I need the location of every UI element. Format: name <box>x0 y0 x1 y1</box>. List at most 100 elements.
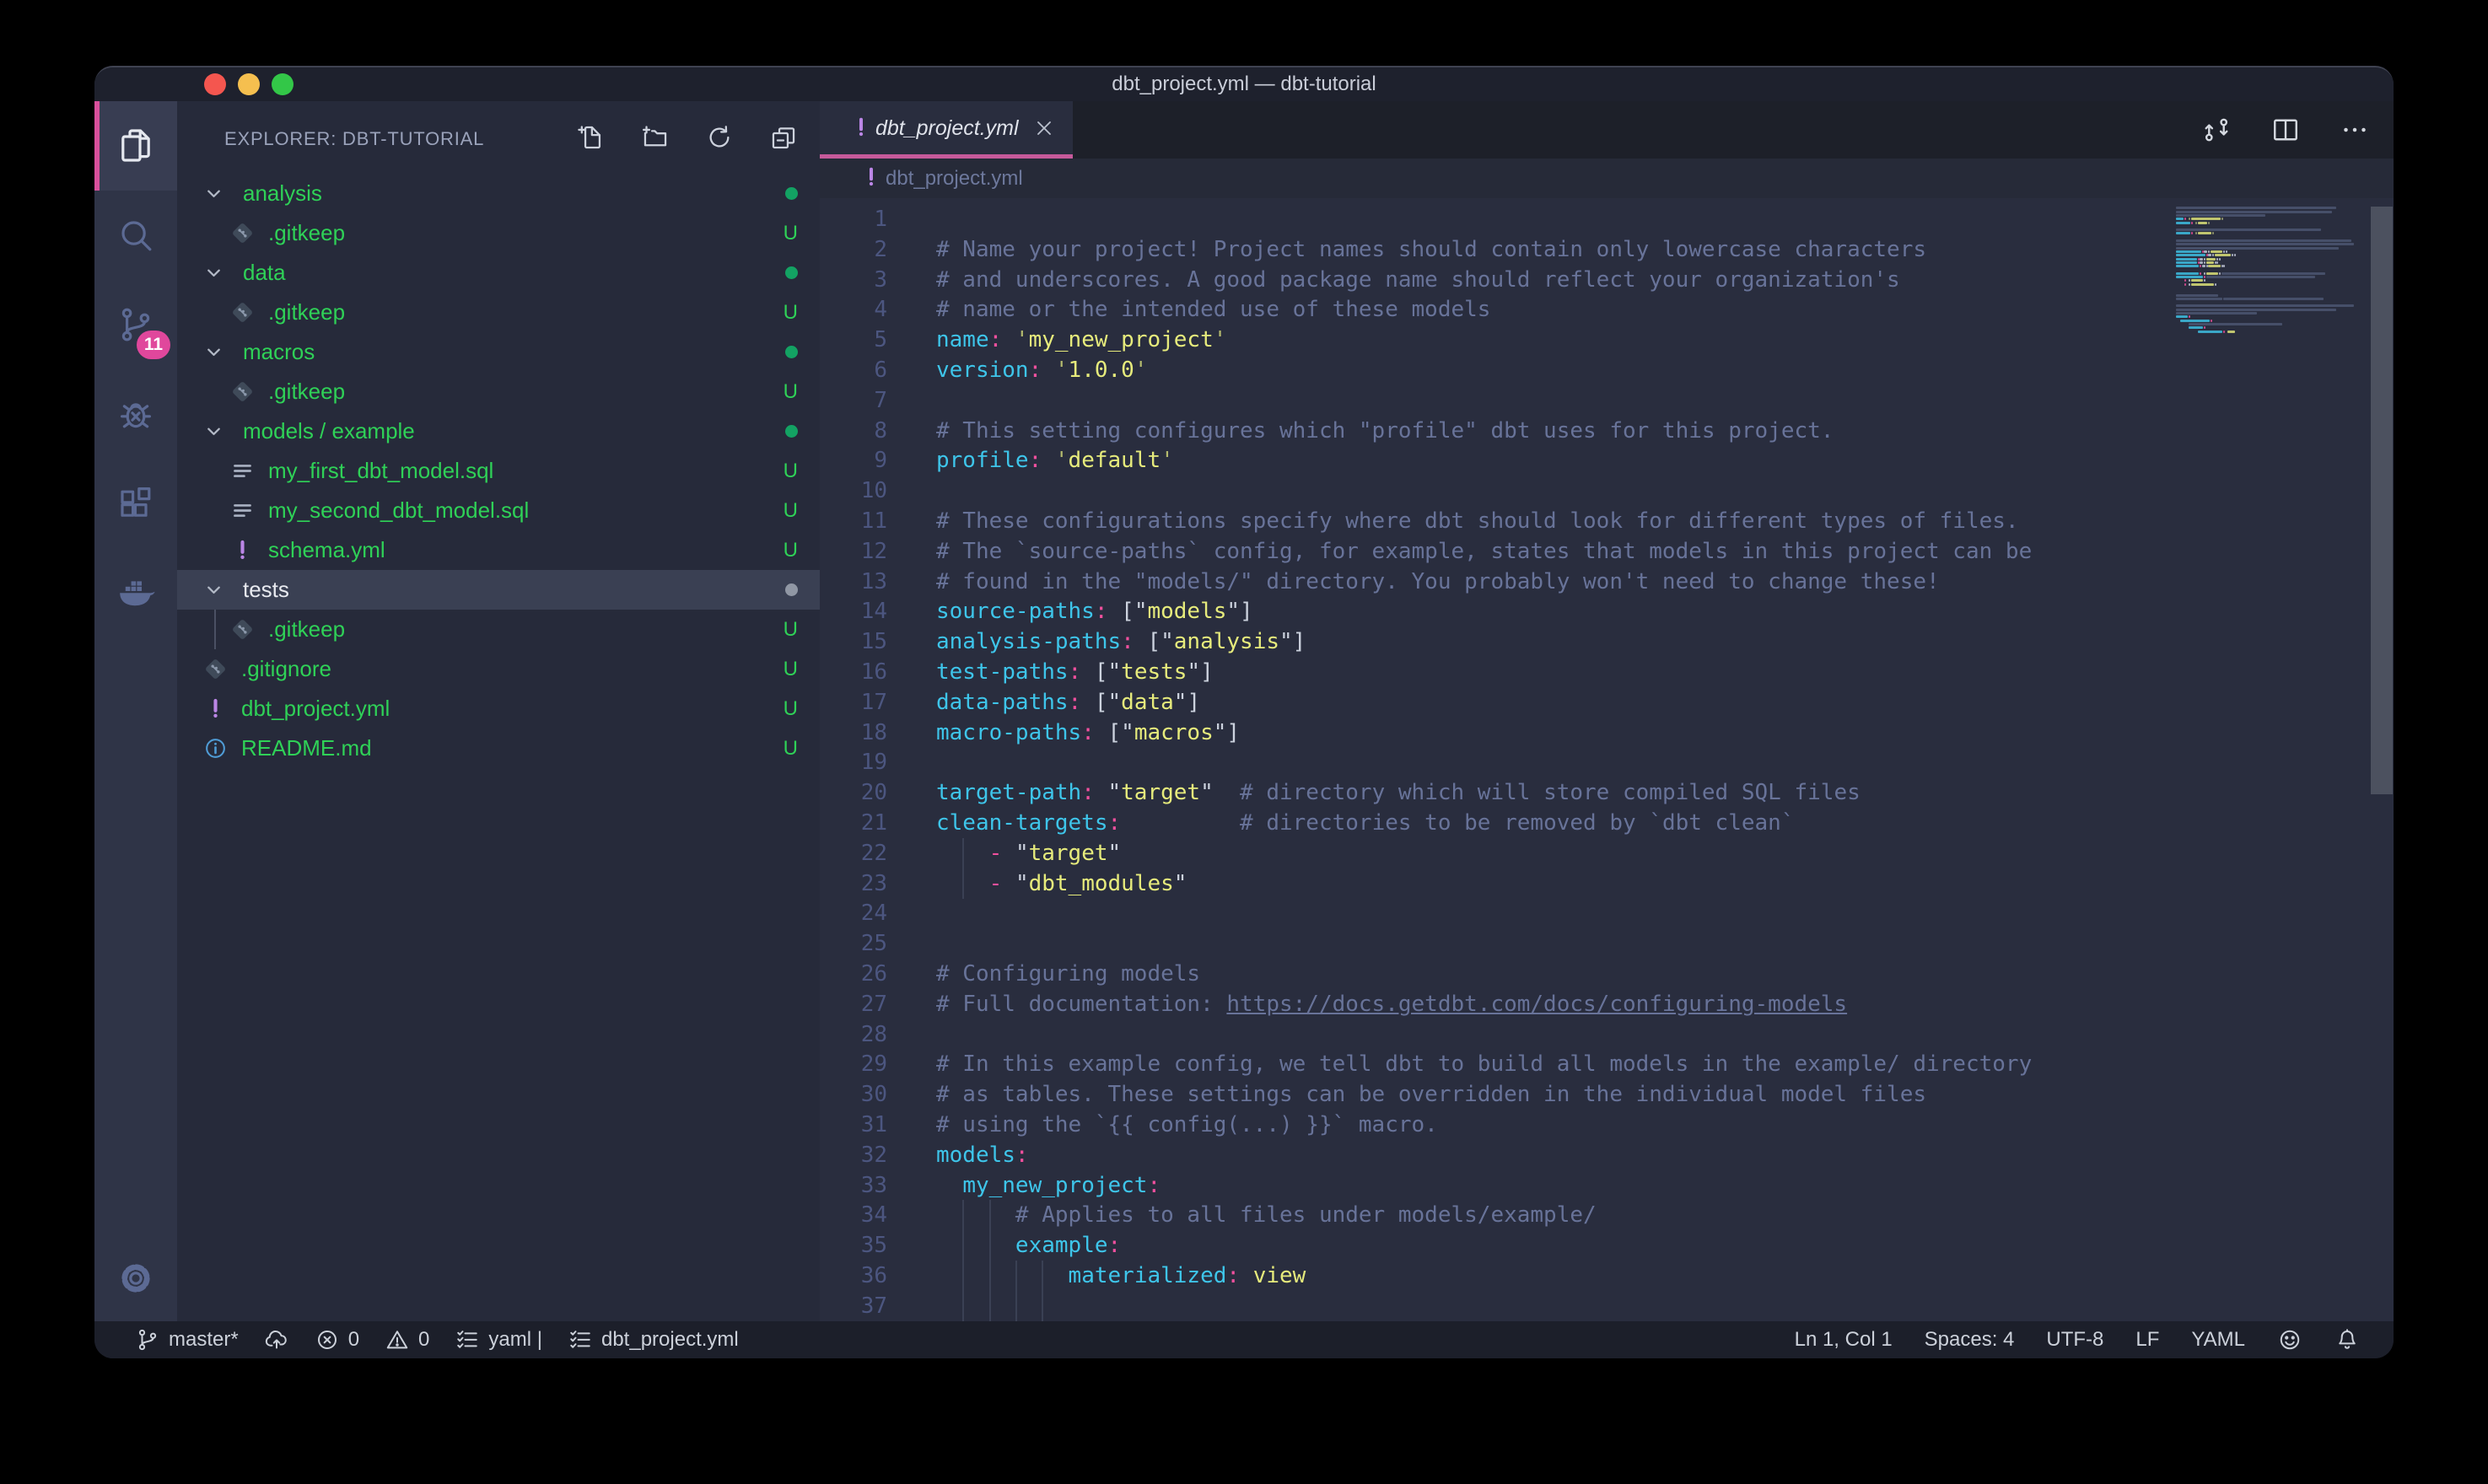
tree-item-label: .gitkeep <box>268 372 345 411</box>
activity-item-source-control[interactable]: 11 <box>94 280 177 369</box>
line-number: 27 <box>820 989 887 1019</box>
git-untracked-badge: U <box>784 649 798 689</box>
line-number: 1 <box>820 204 887 234</box>
code-line-17: 17data-paths: ["data"] <box>820 687 2394 718</box>
code-line-26: 26# Configuring models <box>820 959 2394 989</box>
tree-item-data[interactable]: data <box>177 253 820 293</box>
code-line-14: 14source-paths: ["models"] <box>820 596 2394 626</box>
status-warnings-indicator[interactable]: 0 <box>385 1327 429 1352</box>
activity-item-search[interactable] <box>94 191 177 280</box>
new-file-button[interactable] <box>570 116 612 159</box>
code-line-33: 33 my_new_project: <box>820 1170 2394 1201</box>
activity-item-debug[interactable] <box>94 369 177 459</box>
scrollbar-thumb[interactable] <box>2371 207 2393 794</box>
git-untracked-badge: U <box>784 530 798 570</box>
code-line-35: 35 example: <box>820 1230 2394 1261</box>
status-yaml-schema-indicator[interactable]: yaml | <box>455 1327 542 1352</box>
code-line-3: 3# and underscores. A good package name … <box>820 265 2394 295</box>
code-line-8: 8# This setting configures which "profil… <box>820 416 2394 446</box>
status-encoding[interactable]: UTF-8 <box>2046 1328 2103 1352</box>
code-line-20: 20target-path: "target" # directory whic… <box>820 777 2394 808</box>
collapse-folders-button[interactable] <box>762 116 805 159</box>
activity-item-explorer[interactable] <box>94 101 177 191</box>
new-folder-icon <box>641 123 670 152</box>
tree-item-readme-md[interactable]: README.mdU <box>177 729 820 768</box>
explorer-title: EXPLORER: DBT-TUTORIAL <box>224 128 484 150</box>
chevron-down-icon <box>202 578 225 601</box>
chevron-down-icon <box>202 261 225 284</box>
code-line-13: 13# found in the "models/" directory. Yo… <box>820 567 2394 597</box>
tree-item-models-example[interactable]: models / example <box>177 411 820 451</box>
activity-item-docker[interactable] <box>94 548 177 637</box>
editor-scrollbar <box>2370 198 2394 1323</box>
status-publish-changes[interactable] <box>264 1327 289 1352</box>
docker-icon <box>116 573 156 613</box>
git-untracked-badge: U <box>784 213 798 253</box>
code-line-21: 21clean-targets: # directories to be rem… <box>820 808 2394 838</box>
code-line-28: 28 <box>820 1019 2394 1050</box>
tab-dbt-project-yml[interactable]: dbt_project.yml <box>820 101 1073 159</box>
chevron-down-icon <box>202 341 225 363</box>
code-editor[interactable]: 12# Name your project! Project names sho… <box>820 198 2394 1323</box>
indent-guide <box>214 610 216 649</box>
minimap[interactable] <box>2176 203 2368 540</box>
status-bar: master* 0 0 yaml | dbt_project.yml Ln 1, Col… <box>94 1321 2394 1358</box>
code-line-24: 24 <box>820 898 2394 928</box>
sql-file-icon <box>229 458 256 488</box>
window-title: dbt_project.yml — dbt-tutorial <box>94 67 2394 101</box>
status-language-mode[interactable]: YAML <box>2191 1328 2245 1352</box>
code-line-36: 36 materialized: view <box>820 1261 2394 1291</box>
code-line-30: 30# as tables. These settings can be ove… <box>820 1079 2394 1110</box>
code-line-25: 25 <box>820 928 2394 959</box>
status-eol[interactable]: LF <box>2135 1328 2159 1352</box>
yaml-icon <box>848 115 874 140</box>
tree-item--gitkeep[interactable]: .gitkeepU <box>177 293 820 332</box>
status-cursor-position[interactable]: Ln 1, Col 1 <box>1795 1328 1893 1352</box>
tree-item-analysis[interactable]: analysis <box>177 174 820 213</box>
status-yaml-file-indicator[interactable]: dbt_project.yml <box>568 1327 739 1352</box>
tree-item-my-first-dbt-model-sql[interactable]: my_first_dbt_model.sqlU <box>177 451 820 491</box>
tree-item-label: data <box>243 253 286 293</box>
code-line-37: 37 <box>820 1291 2394 1321</box>
tree-item--gitignore[interactable]: .gitignoreU <box>177 649 820 689</box>
git-untracked-badge: U <box>784 451 798 491</box>
tree-item-label: schema.yml <box>268 530 385 570</box>
activity-item-extensions[interactable] <box>94 459 177 548</box>
status-errors-indicator[interactable]: 0 <box>315 1327 359 1352</box>
status-git-branch-indicator[interactable]: master* <box>135 1327 239 1352</box>
breadcrumb-item-file[interactable]: dbt_project.yml <box>886 159 1023 198</box>
new-folder-button[interactable] <box>634 116 676 159</box>
git-untracked-badge: U <box>784 689 798 729</box>
tree-item-schema-yml[interactable]: schema.yml U <box>177 530 820 570</box>
sql-icon <box>229 497 256 524</box>
close-tab-icon[interactable] <box>1032 116 1058 142</box>
warning-triangle-icon <box>385 1327 410 1352</box>
error-circle-icon <box>315 1327 340 1352</box>
git-untracked-badge: U <box>784 372 798 411</box>
line-number: 2 <box>820 234 887 265</box>
explorer-sidebar: EXPLORER: DBT-TUTORIAL analysis .gitkeep U… <box>177 101 820 1323</box>
tree-item-macros[interactable]: macros <box>177 332 820 372</box>
line-number: 21 <box>820 808 887 838</box>
tree-item--gitkeep[interactable]: .gitkeep U <box>177 372 820 411</box>
tree-item-dbt-project-yml[interactable]: dbt_project.ymlU <box>177 689 820 729</box>
chevron-down-icon <box>202 341 225 368</box>
refresh-explorer-button[interactable] <box>698 116 740 159</box>
open-changes-icon <box>2201 115 2232 145</box>
tree-item-my-second-dbt-model-sql[interactable]: my_second_dbt_model.sqlU <box>177 491 820 530</box>
activity-item-settings[interactable] <box>94 1234 177 1323</box>
chevron-down-icon <box>202 578 225 605</box>
code-line-12: 12# The `source-paths` config, for examp… <box>820 536 2394 567</box>
sql-icon <box>229 458 256 484</box>
split-editor-button[interactable] <box>2269 113 2302 147</box>
tree-item--gitkeep[interactable]: .gitkeepU <box>177 213 820 253</box>
explorer-header: EXPLORER: DBT-TUTORIAL <box>177 101 820 174</box>
split-editor-icon <box>2270 115 2301 145</box>
status-feedback[interactable] <box>2277 1327 2302 1352</box>
open-changes-button[interactable] <box>2200 113 2233 147</box>
status-indentation[interactable]: Spaces: 4 <box>1925 1328 2015 1352</box>
more-actions-button[interactable] <box>2338 113 2372 147</box>
status-notifications[interactable] <box>2335 1327 2360 1352</box>
tree-item-tests[interactable]: tests <box>177 570 820 610</box>
tree-item--gitkeep[interactable]: .gitkeepU <box>177 610 820 649</box>
